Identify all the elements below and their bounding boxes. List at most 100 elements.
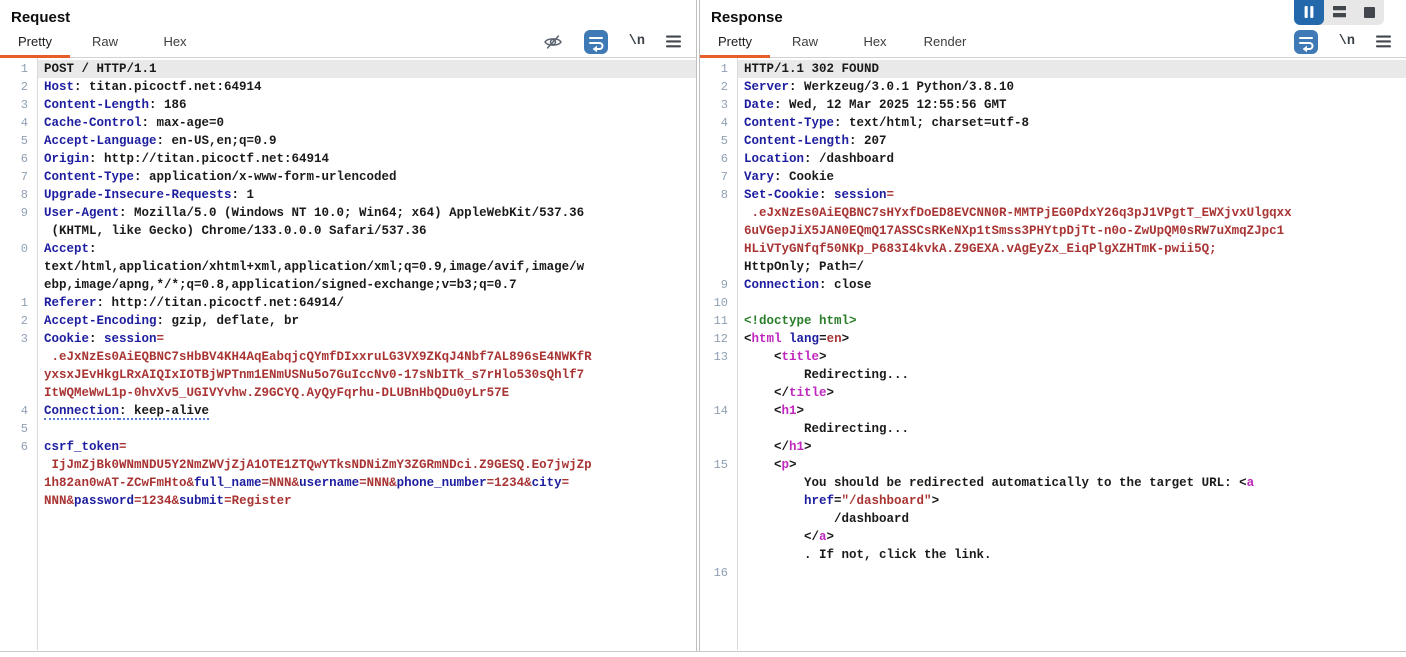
line-text: HttpOnly; Path=/	[737, 258, 1406, 276]
code-line[interactable]: 6uVGepJiX5JAN0EQmQ17ASSCsRKeNXp1tSmss3PH…	[700, 222, 1406, 240]
code-line[interactable]: 6csrf_token=	[0, 438, 696, 456]
tab-pretty[interactable]: Pretty	[0, 26, 70, 57]
code-line[interactable]: 7Content-Type: application/x-www-form-ur…	[0, 168, 696, 186]
code-line[interactable]: 14 <h1>	[700, 402, 1406, 420]
code-line[interactable]: 10	[700, 294, 1406, 312]
line-number	[700, 222, 737, 240]
line-text: Origin: http://titan.picoctf.net:64914	[37, 150, 696, 168]
line-number	[700, 204, 737, 222]
code-line[interactable]: .eJxNzEs0AiEQBNC7sHYxfDoED8EVCNN0R-MMTPj…	[700, 204, 1406, 222]
code-line[interactable]: 9User-Agent: Mozilla/5.0 (Windows NT 10.…	[0, 204, 696, 222]
code-line[interactable]: </a>	[700, 528, 1406, 546]
tab-render[interactable]: Render	[910, 26, 980, 57]
line-text: <p>	[737, 456, 1406, 474]
line-number: 16	[700, 564, 737, 582]
code-line[interactable]: 2Server: Werkzeug/3.0.1 Python/3.8.10	[700, 78, 1406, 96]
line-text: href="/dashboard">	[737, 492, 1406, 510]
line-number	[0, 474, 37, 492]
hide-nonprintable-button[interactable]	[543, 32, 563, 52]
code-line[interactable]: 15 <p>	[700, 456, 1406, 474]
show-newlines-toggle[interactable]: \n	[1339, 34, 1355, 49]
code-line[interactable]: 5	[0, 420, 696, 438]
code-line[interactable]: 6Location: /dashboard	[700, 150, 1406, 168]
columns-view-button[interactable]	[1294, 0, 1324, 25]
tab-hex[interactable]: Hex	[840, 26, 910, 57]
line-text: HTTP/1.1 302 FOUND	[737, 60, 1406, 78]
code-line[interactable]: ebp,image/apng,*/*;q=0.8,application/sig…	[0, 276, 696, 294]
line-number: 13	[700, 348, 737, 366]
code-line[interactable]: HLiVTyGNfqf50NKp_P683I4kvkA.Z9GEXA.vAgEy…	[700, 240, 1406, 258]
newline-glyph-icon: \n	[629, 34, 645, 49]
editor-menu-button[interactable]	[1376, 35, 1391, 48]
soft-wrap-toggle[interactable]	[1294, 30, 1318, 54]
code-line[interactable]: 4Cache-Control: max-age=0	[0, 114, 696, 132]
code-line[interactable]: NNN&password=1234&submit=Register	[0, 492, 696, 510]
code-line[interactable]: </title>	[700, 384, 1406, 402]
code-line[interactable]: 0Accept:	[0, 240, 696, 258]
code-line[interactable]: 8Set-Cookie: session=	[700, 186, 1406, 204]
code-line[interactable]: 6Origin: http://titan.picoctf.net:64914	[0, 150, 696, 168]
tab-raw[interactable]: Raw	[70, 26, 140, 57]
single-view-button[interactable]	[1354, 0, 1384, 25]
code-line[interactable]: 4Connection: keep-alive	[0, 402, 696, 420]
code-line[interactable]: Redirecting...	[700, 366, 1406, 384]
rows-view-button[interactable]	[1324, 0, 1354, 25]
code-line[interactable]: yxsxJEvHkgLRxAIQIxIOTBjWPTnm1ENmUSNu5o7G…	[0, 366, 696, 384]
code-line[interactable]: 5Content-Length: 207	[700, 132, 1406, 150]
code-line[interactable]: 1Referer: http://titan.picoctf.net:64914…	[0, 294, 696, 312]
line-text: Vary: Cookie	[737, 168, 1406, 186]
line-number	[700, 528, 737, 546]
code-line[interactable]: 7Vary: Cookie	[700, 168, 1406, 186]
line-number	[0, 348, 37, 366]
line-text: .eJxNzEs0AiEQBNC7sHYxfDoED8EVCNN0R-MMTPj…	[737, 204, 1406, 222]
code-line[interactable]: 4Content-Type: text/html; charset=utf-8	[700, 114, 1406, 132]
code-line[interactable]: Redirecting...	[700, 420, 1406, 438]
rows-icon	[1333, 6, 1346, 18]
line-text	[737, 564, 1406, 582]
line-text	[37, 420, 696, 438]
menu-icon	[1376, 35, 1391, 48]
soft-wrap-toggle[interactable]	[584, 30, 608, 54]
code-line[interactable]: 16	[700, 564, 1406, 582]
code-line[interactable]: </h1>	[700, 438, 1406, 456]
code-line[interactable]: 3Content-Length: 186	[0, 96, 696, 114]
show-newlines-toggle[interactable]: \n	[629, 34, 645, 49]
code-line[interactable]: HttpOnly; Path=/	[700, 258, 1406, 276]
code-line[interactable]: 9Connection: close	[700, 276, 1406, 294]
tab-raw[interactable]: Raw	[770, 26, 840, 57]
line-number: 1	[700, 60, 737, 78]
code-line[interactable]: 3Cookie: session=	[0, 330, 696, 348]
line-number: 8	[700, 186, 737, 204]
line-number: 12	[700, 330, 737, 348]
code-line[interactable]: 8Upgrade-Insecure-Requests: 1	[0, 186, 696, 204]
code-line[interactable]: 2Host: titan.picoctf.net:64914	[0, 78, 696, 96]
code-line[interactable]: ItWQMeWwL1p-0hvXv5_UGIVYvhw.Z9GCYQ.AyQyF…	[0, 384, 696, 402]
editor-menu-button[interactable]	[666, 35, 681, 48]
code-line[interactable]: .eJxNzEs0AiEQBNC7sHbBV4KH4AqEabqjcQYmfDI…	[0, 348, 696, 366]
code-line[interactable]: 1h82an0wAT-ZCwFmHto&full_name=NNN&userna…	[0, 474, 696, 492]
code-line[interactable]: . If not, click the link.	[700, 546, 1406, 564]
code-line[interactable]: /dashboard	[700, 510, 1406, 528]
code-line[interactable]: text/html,application/xhtml+xml,applicat…	[0, 258, 696, 276]
code-line[interactable]: 5Accept-Language: en-US,en;q=0.9	[0, 132, 696, 150]
code-line[interactable]: href="/dashboard">	[700, 492, 1406, 510]
line-number: 6	[0, 150, 37, 168]
menu-icon	[666, 35, 681, 48]
tab-hex[interactable]: Hex	[140, 26, 210, 57]
code-line[interactable]: IjJmZjBk0WNmNDU5Y2NmZWVjZjA1OTE1ZTQwYTks…	[0, 456, 696, 474]
code-line[interactable]: (KHTML, like Gecko) Chrome/133.0.0.0 Saf…	[0, 222, 696, 240]
code-line[interactable]: 1HTTP/1.1 302 FOUND	[700, 60, 1406, 78]
response-toolbar: \n	[1294, 26, 1406, 57]
code-line[interactable]: 13 <title>	[700, 348, 1406, 366]
code-line[interactable]: 11<!doctype html>	[700, 312, 1406, 330]
response-editor[interactable]: 1HTTP/1.1 302 FOUND2Server: Werkzeug/3.0…	[700, 58, 1406, 650]
code-line[interactable]: 1POST / HTTP/1.1	[0, 60, 696, 78]
code-line[interactable]: 2Accept-Encoding: gzip, deflate, br	[0, 312, 696, 330]
request-editor[interactable]: 1POST / HTTP/1.12Host: titan.picoctf.net…	[0, 58, 696, 650]
code-line[interactable]: 12<html lang=en>	[700, 330, 1406, 348]
code-line[interactable]: You should be redirected automatically t…	[700, 474, 1406, 492]
tab-pretty[interactable]: Pretty	[700, 26, 770, 57]
line-text: .eJxNzEs0AiEQBNC7sHbBV4KH4AqEabqjcQYmfDI…	[37, 348, 696, 366]
line-number: 11	[700, 312, 737, 330]
code-line[interactable]: 3Date: Wed, 12 Mar 2025 12:55:56 GMT	[700, 96, 1406, 114]
